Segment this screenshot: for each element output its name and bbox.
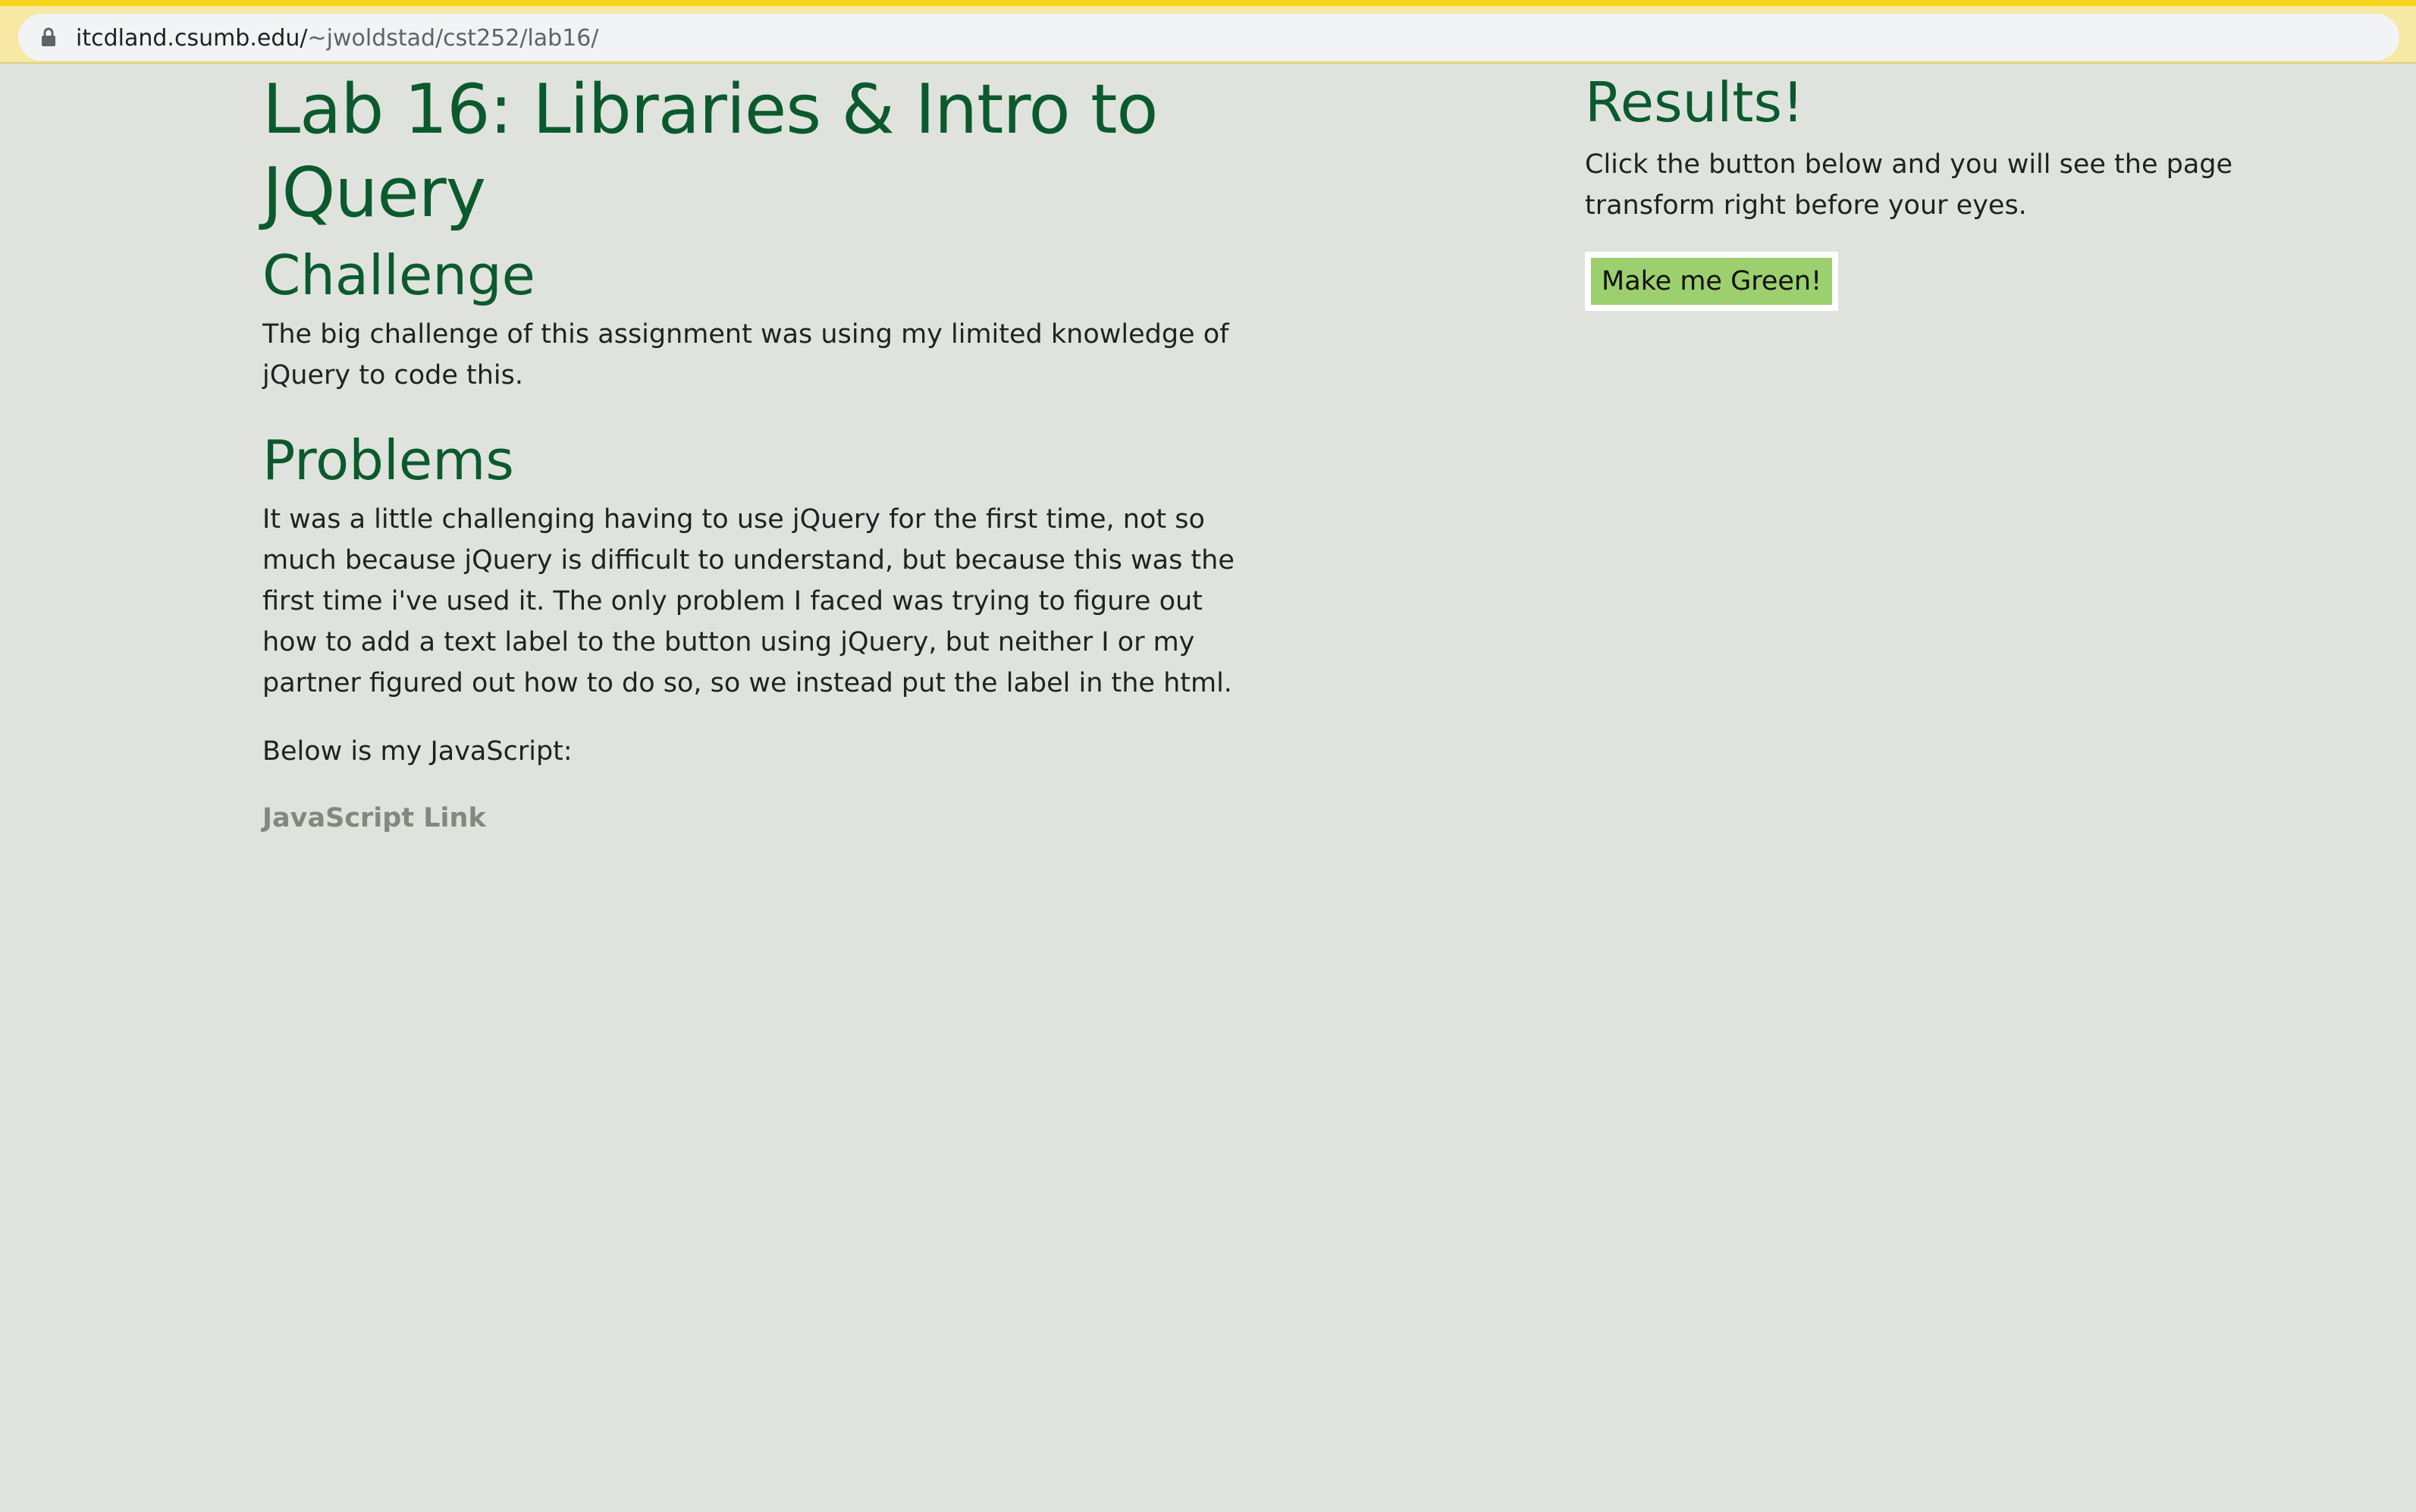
javascript-intro-text: Below is my JavaScript: [262,736,573,767]
javascript-link[interactable]: JavaScript Link [262,798,486,839]
challenge-text: The big challenge of this assignment was… [262,319,1229,391]
main-content: Lab 16: Libraries & Intro to JQuery Chal… [262,68,1248,839]
results-heading: Results! [1585,71,1804,134]
make-me-green-button[interactable]: Make me Green! [1585,252,1839,311]
problems-heading: Problems [262,428,514,492]
results-panel: Results! Click the button below and you … [1585,68,2267,311]
browser-toolbar: itcdland.csumb.edu/~jwoldstad/cst252/lab… [0,0,2416,64]
lock-icon[interactable] [41,27,56,47]
url-host: itcdland.csumb.edu/ [76,25,308,52]
page-title: Lab 16: Libraries & Intro to JQuery [262,70,1159,233]
challenge-heading: Challenge [262,243,535,307]
url-path: ~jwoldstad/cst252/lab16/ [307,25,599,52]
url-text[interactable]: itcdland.csumb.edu/~jwoldstad/cst252/lab… [76,24,598,53]
problems-text: It was a little challenging having to us… [262,504,1235,698]
results-text: Click the button below and you will see … [1585,149,2233,221]
